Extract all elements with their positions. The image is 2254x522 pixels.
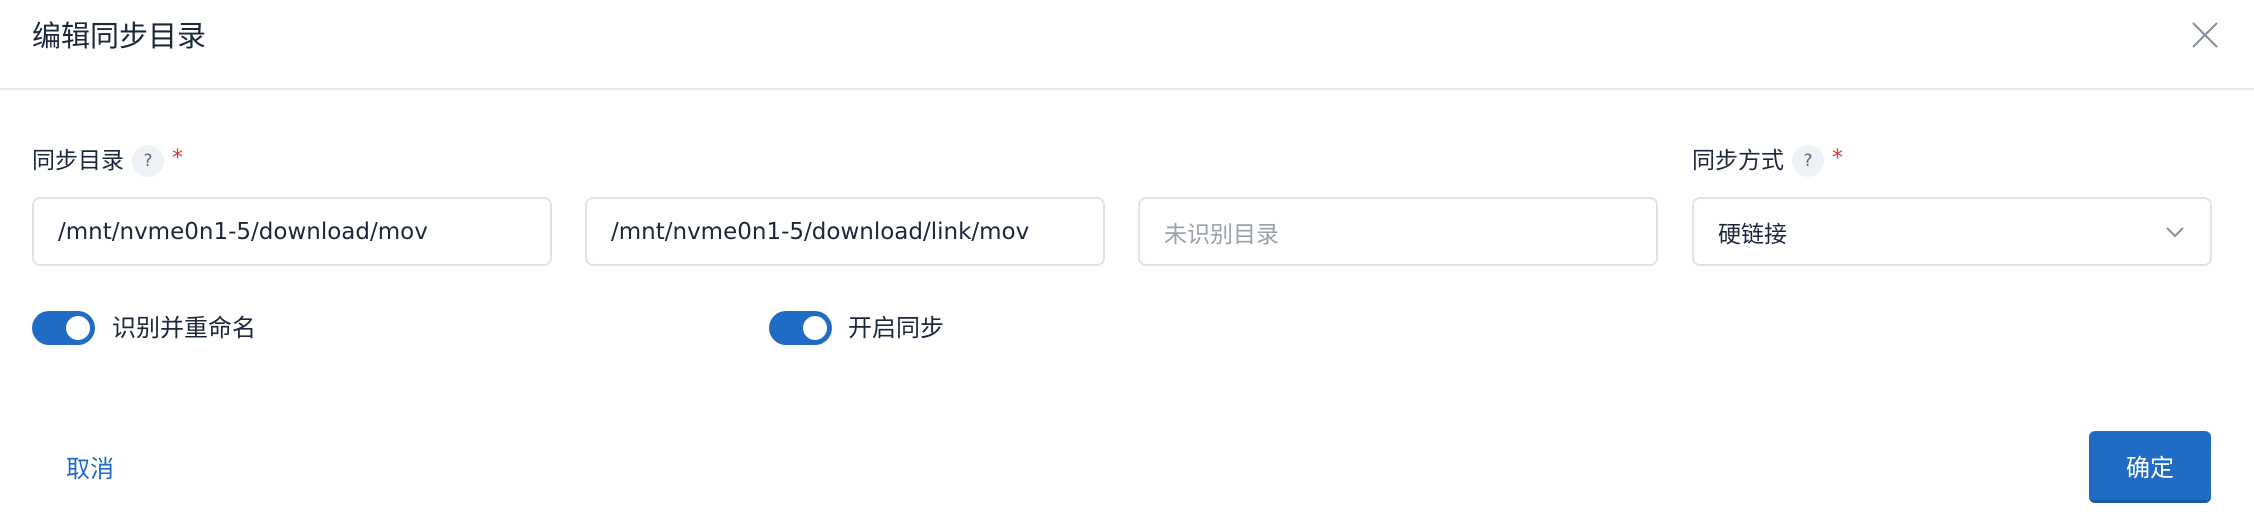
required-mark: * [1832, 146, 1843, 171]
chevron-down-icon [2166, 227, 2184, 238]
cancel-button[interactable]: 取消 [66, 450, 114, 488]
confirm-button[interactable]: 确定 [2089, 431, 2211, 503]
sync-dir-label-text: 同步目录 [32, 148, 124, 174]
sync-mode-value: 硬链接 [1718, 221, 1787, 248]
toggle-knob [803, 316, 827, 340]
dialog-title: 编辑同步目录 [32, 19, 207, 53]
enable-sync-toggle[interactable] [769, 311, 832, 345]
help-icon[interactable]: ? [1792, 145, 1824, 177]
enable-sync-toggle-label: 开启同步 [848, 314, 944, 342]
header-divider [0, 88, 2254, 90]
sync-mode-label: 同步方式 ? * [1692, 143, 1843, 179]
sync-mode-label-text: 同步方式 [1692, 148, 1784, 174]
unrecognized-dir-input[interactable]: 未识别目录 [1138, 197, 1658, 266]
sync-mode-select[interactable]: 硬链接 [1692, 197, 2212, 266]
target-dir-input[interactable]: /mnt/nvme0n1-5/download/link/mov [585, 197, 1105, 266]
toggle-knob [66, 316, 90, 340]
close-button[interactable] [2190, 20, 2220, 50]
rename-toggle[interactable] [32, 311, 95, 345]
source-dir-input[interactable]: /mnt/nvme0n1-5/download/mov [32, 197, 552, 266]
rename-toggle-label: 识别并重命名 [112, 314, 256, 342]
close-icon [2192, 22, 2218, 48]
sync-dir-label: 同步目录 ? * [32, 143, 183, 179]
help-icon[interactable]: ? [132, 145, 164, 177]
required-mark: * [172, 146, 183, 171]
